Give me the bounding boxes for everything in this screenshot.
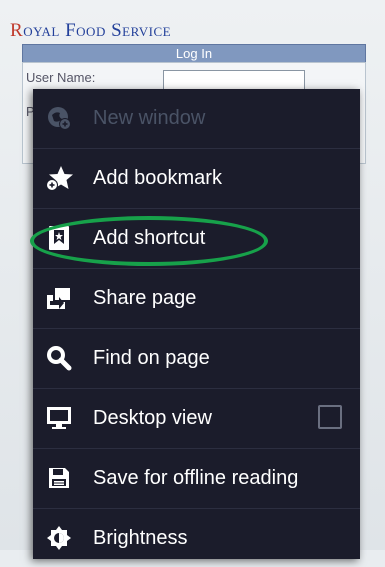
menu-item-label: Desktop view — [93, 406, 212, 429]
share-icon — [45, 284, 73, 312]
menu-item-find-on-page[interactable]: Find on page — [33, 329, 360, 387]
add-bookmark-icon — [45, 164, 73, 192]
site-logo: Royal Food Service — [10, 20, 171, 42]
menu-item-add-bookmark[interactable]: Add bookmark — [33, 149, 360, 207]
brand-name: oyal Food Service — [23, 20, 172, 41]
menu-item-add-shortcut[interactable]: Add shortcut — [33, 209, 360, 267]
menu-item-label: Save for offline reading — [93, 466, 299, 489]
save-icon — [45, 464, 73, 492]
menu-item-label: Share page — [93, 286, 197, 309]
brightness-icon — [45, 524, 73, 552]
menu-item-label: Brightness — [93, 526, 188, 549]
login-header: Log In — [22, 44, 366, 63]
user-name-label: User Name: — [26, 70, 96, 85]
new-window-icon — [45, 104, 73, 132]
menu-item-label: Add shortcut — [93, 226, 206, 249]
brand-initial: R — [10, 20, 24, 41]
menu-item-share-page[interactable]: Share page — [33, 269, 360, 327]
browser-overflow-menu: New window Add bookmark Add shortcut Sha… — [33, 89, 360, 559]
add-shortcut-icon — [45, 224, 73, 252]
monitor-icon — [45, 404, 73, 432]
menu-item-label: Add bookmark — [93, 166, 222, 189]
user-name-input[interactable] — [163, 70, 305, 90]
desktop-view-checkbox[interactable] — [318, 405, 342, 429]
menu-item-label: New window — [93, 106, 206, 129]
menu-item-brightness[interactable]: Brightness — [33, 509, 360, 567]
menu-item-new-window: New window — [33, 89, 360, 147]
search-icon — [45, 344, 73, 372]
menu-item-save-offline[interactable]: Save for offline reading — [33, 449, 360, 507]
menu-item-desktop-view[interactable]: Desktop view — [33, 389, 360, 447]
menu-item-label: Find on page — [93, 346, 210, 369]
